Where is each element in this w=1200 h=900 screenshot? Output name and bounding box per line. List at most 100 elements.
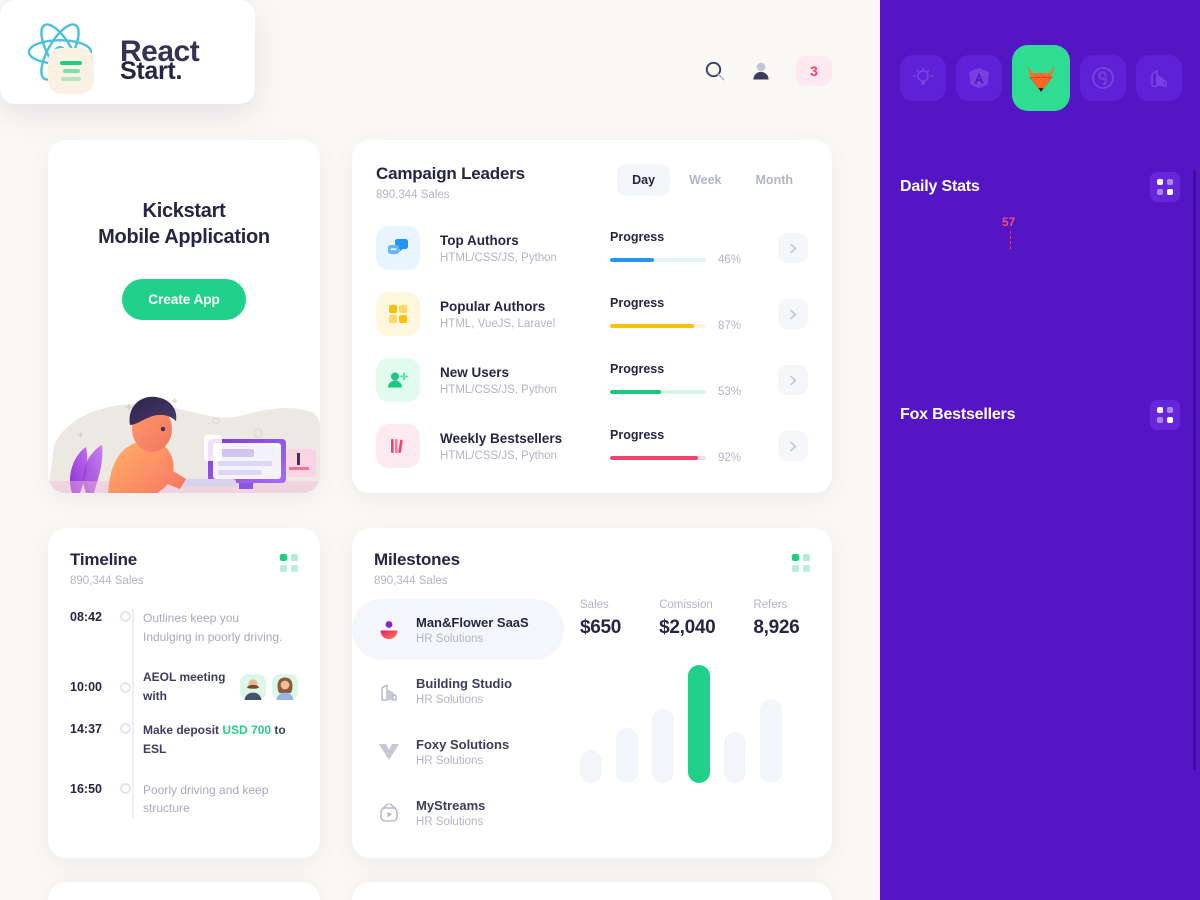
campaign-tags: HTML, VueJS, Laravel	[440, 317, 556, 330]
grid-dots-icon[interactable]	[1150, 172, 1180, 202]
timeline-amount: USD 700	[222, 723, 272, 738]
gitlab-fox-icon[interactable]	[1012, 45, 1070, 111]
main-content-pane: Start. 3 Kickstart Mobile Application Cr…	[0, 0, 880, 900]
milestone-sub: HR Solutions	[416, 632, 484, 645]
list-item[interactable]: 14:37 Make deposit USD 700 to ESL	[48, 721, 320, 758]
campaign-subtitle: 890,344 Sales	[376, 189, 450, 201]
timeline-subtitle: 890,344 Sales	[70, 575, 144, 587]
chevron-right-icon[interactable]	[778, 431, 808, 461]
number-nine-icon[interactable]	[1080, 55, 1126, 101]
timeline-dot	[120, 782, 131, 794]
daily-stats-header: Daily Stats	[900, 172, 1180, 202]
table-row[interactable]: Top Authors HTML/CSS/JS, Python Progress…	[352, 215, 832, 281]
list-item[interactable]: Building Studio HR Solutions	[352, 660, 564, 721]
user-plus-icon	[376, 358, 420, 402]
chevron-right-icon[interactable]	[778, 233, 808, 263]
hamburger-menu-icon[interactable]	[48, 48, 94, 94]
timeline-text: Outlines keep you Indulging in poorly dr…	[143, 611, 283, 644]
milestones-subtitle: 890,344 Sales	[374, 575, 448, 587]
milestones-bar-chart	[564, 663, 824, 783]
campaign-name: Popular Authors	[440, 298, 546, 314]
campaign-name: New Users	[440, 364, 510, 380]
progress-bar	[610, 324, 706, 328]
flower-person-icon	[374, 615, 404, 645]
milestones-header: Milestones 890,344 Sales	[352, 528, 832, 587]
stat-label: Sales	[580, 599, 609, 611]
stat-label: Comission	[659, 599, 713, 611]
timeline-header: Timeline 890,344 Sales	[48, 528, 320, 587]
notification-badge[interactable]: 3	[796, 56, 832, 86]
bulb-icon[interactable]	[900, 55, 946, 101]
table-row[interactable]: Weekly Bestsellers HTML/CSS/JS, Python P…	[352, 413, 832, 479]
create-app-button[interactable]: Create App	[122, 278, 246, 320]
list-item[interactable]: 08:42 Outlines keep you Indulging in poo…	[48, 609, 320, 646]
milestones-detail: Sales $650 Comission $2,040 Refers 8,926	[564, 599, 832, 843]
books-icon	[376, 424, 420, 468]
list-item[interactable]: Man&Flower SaaS HR Solutions	[352, 599, 564, 660]
app-switcher	[900, 45, 1182, 111]
bar	[580, 749, 602, 783]
stat-sales: Sales $650	[580, 599, 621, 639]
progress-bar	[610, 258, 706, 262]
timeline-time: 16:50	[70, 781, 102, 796]
milestone-sub: HR Solutions	[416, 693, 484, 706]
grid-dots-icon[interactable]	[792, 554, 810, 572]
table-row[interactable]: Popular Authors HTML, VueJS, Laravel Pro…	[352, 281, 832, 347]
campaign-title: Campaign Leaders	[376, 164, 525, 183]
milestone-name: Foxy Solutions	[416, 736, 510, 752]
milestone-name: Man&Flower SaaS	[416, 614, 529, 630]
list-item[interactable]: 16:50 Poorly driving and keep structure	[48, 781, 320, 818]
progress-percent: 46%	[718, 254, 742, 266]
kickstart-title: Kickstart Mobile Application	[98, 200, 270, 249]
progress-label: Progress	[610, 428, 665, 442]
bar	[688, 665, 710, 783]
timeline-title: Timeline	[70, 550, 138, 569]
timeline-card: Timeline 890,344 Sales 08:42 Outlines ke…	[48, 528, 320, 858]
avatar[interactable]	[272, 673, 298, 700]
chevron-right-icon[interactable]	[778, 365, 808, 395]
header-actions: 3	[704, 56, 832, 86]
bestsellers-title: Fox Bestsellers	[900, 406, 1016, 423]
stat-value: $650	[580, 617, 622, 638]
highlight-connector-line	[1010, 231, 1011, 250]
list-item[interactable]: 10:00 AEOL meeting with	[48, 668, 320, 705]
milestones-card: Milestones 890,344 Sales Man&Flower SaaS…	[352, 528, 832, 858]
campaign-tags: HTML/CSS/JS, Python	[440, 251, 557, 264]
tab-day[interactable]: Day	[617, 164, 671, 196]
progress-percent: 87%	[718, 320, 742, 332]
stat-value: 8,926	[753, 617, 800, 638]
progress-bar	[610, 390, 706, 394]
campaign-leaders-card: Campaign Leaders 890,344 Sales Day Week …	[352, 140, 832, 493]
building-icon	[374, 676, 404, 706]
milestone-name: MyStreams	[416, 797, 486, 813]
avatar[interactable]	[240, 673, 266, 700]
milestones-stats: Sales $650 Comission $2,040 Refers 8,926	[564, 599, 824, 639]
list-item[interactable]: MyStreams HR Solutions	[352, 782, 564, 843]
timeline-time: 14:37	[70, 722, 102, 737]
stat-refers: Refers 8,926	[753, 599, 799, 639]
list-item[interactable]: Foxy Solutions HR Solutions	[352, 721, 564, 782]
timeline-dot	[120, 682, 131, 694]
stat-value: $2,040	[659, 617, 716, 638]
bar	[760, 699, 782, 783]
tab-month[interactable]: Month	[741, 164, 808, 196]
highlight-value-label: 57	[1002, 215, 1016, 230]
progress-label: Progress	[610, 362, 665, 376]
sidebar-scrollbar[interactable]	[1193, 170, 1196, 770]
stat-label: Refers	[753, 599, 788, 611]
bar	[616, 727, 638, 783]
building-icon[interactable]	[1136, 55, 1182, 101]
stat-commission: Comission $2,040	[659, 599, 716, 639]
timeline-items: 08:42 Outlines keep you Indulging in poo…	[48, 609, 320, 818]
angular-icon[interactable]	[956, 55, 1002, 101]
timeline-text: Make deposit USD 700 to ESL	[143, 723, 286, 756]
tab-week[interactable]: Week	[674, 164, 736, 196]
next-card-peek-right	[352, 882, 832, 900]
grid-dots-icon[interactable]	[280, 554, 298, 572]
chevron-right-icon[interactable]	[778, 299, 808, 329]
person-working-at-desk-illustration	[48, 396, 320, 493]
grid-dots-icon[interactable]	[1150, 400, 1180, 430]
user-avatar-icon[interactable]	[750, 60, 772, 82]
table-row[interactable]: New Users HTML/CSS/JS, Python Progress 5…	[352, 347, 832, 413]
search-icon[interactable]	[704, 60, 726, 82]
